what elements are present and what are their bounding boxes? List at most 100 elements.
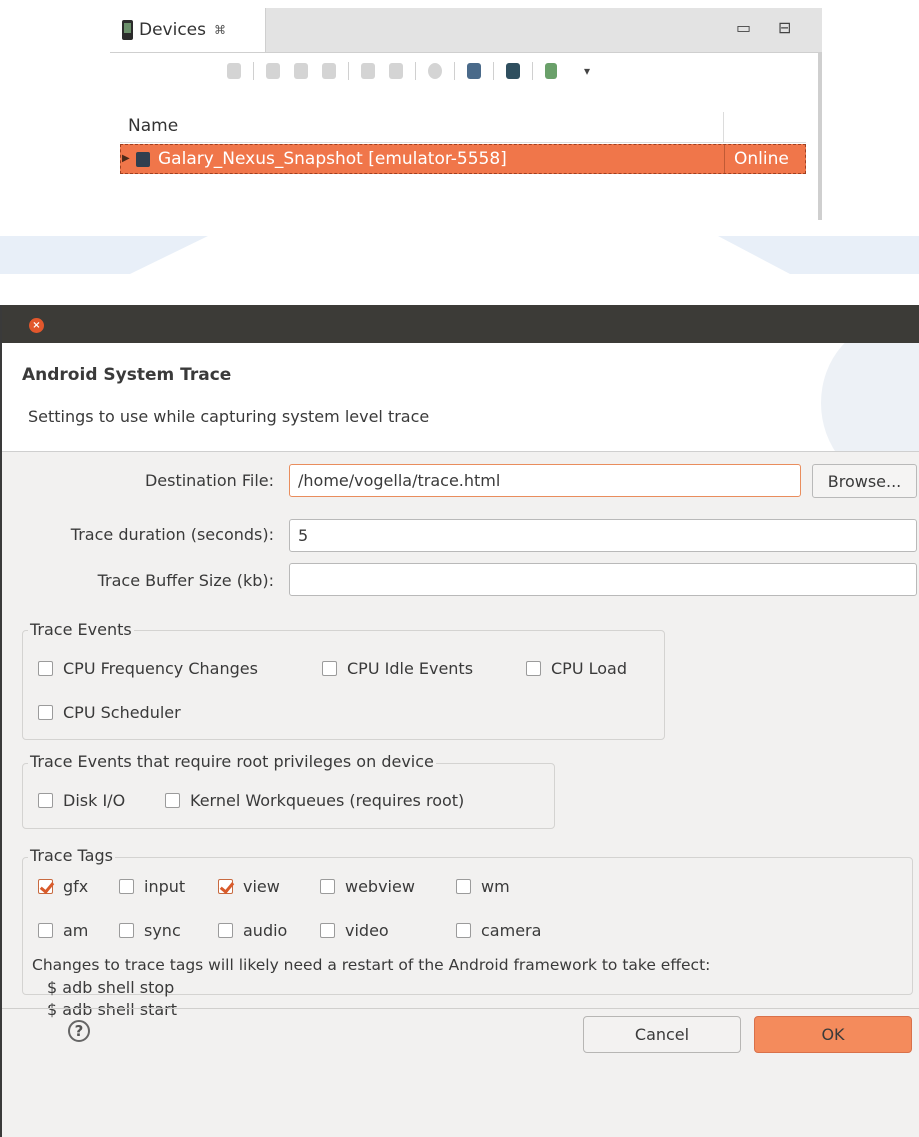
checkbox-cpu-scheduler[interactable]: CPU Scheduler xyxy=(38,703,181,722)
checkbox-box[interactable] xyxy=(526,661,541,676)
expand-arrow-icon[interactable]: ▶ xyxy=(122,153,130,164)
stop-process-icon[interactable] xyxy=(428,63,442,79)
cancel-button[interactable]: Cancel xyxy=(583,1016,741,1053)
heap-icon[interactable] xyxy=(266,63,280,79)
close-icon[interactable]: × xyxy=(29,318,44,333)
header-decoration xyxy=(821,343,919,451)
toolbar-separator xyxy=(253,62,254,80)
toolbar-separator xyxy=(532,62,533,80)
checkbox-tag-video[interactable]: video xyxy=(320,921,389,940)
dialog-header: Android System Trace Settings to use whi… xyxy=(2,343,919,452)
checkbox-box[interactable] xyxy=(218,923,233,938)
banner-right-shape xyxy=(718,236,919,274)
checkbox-label: gfx xyxy=(63,877,89,896)
dialog-subtitle: Settings to use while capturing system l… xyxy=(28,407,430,426)
checkbox-box[interactable] xyxy=(218,879,233,894)
device-row[interactable]: ▶ Galary_Nexus_Snapshot [emulator-5558] … xyxy=(120,144,806,174)
checkbox-label: CPU Scheduler xyxy=(63,703,181,722)
checkbox-tag-sync[interactable]: sync xyxy=(119,921,181,940)
method-profiling-icon[interactable] xyxy=(389,63,403,79)
checkbox-label: CPU Idle Events xyxy=(347,659,474,678)
maximize-icon[interactable]: ⊟ xyxy=(778,18,791,37)
checkbox-box[interactable] xyxy=(38,879,53,894)
trace-buffer-size-input[interactable] xyxy=(289,563,917,596)
devices-view: Devices ⌘ ▭ ⊟ ▾ Name ▶ Galary_Nexus_Snap… xyxy=(110,8,822,220)
checkbox-box[interactable] xyxy=(320,923,335,938)
column-header-name[interactable]: Name xyxy=(128,116,178,136)
checkbox-label: CPU Frequency Changes xyxy=(63,659,258,678)
ok-button[interactable]: OK xyxy=(754,1016,912,1053)
trace-events-legend: Trace Events xyxy=(28,620,134,639)
trace-tags-legend: Trace Tags xyxy=(28,846,115,865)
checkbox-label: wm xyxy=(481,877,510,896)
systrace-icon[interactable] xyxy=(506,63,520,79)
checkbox-cpu-load[interactable]: CPU Load xyxy=(526,659,627,678)
checkbox-label: Disk I/O xyxy=(63,791,126,810)
trace-duration-input[interactable] xyxy=(289,519,917,552)
help-icon[interactable]: ? xyxy=(68,1020,90,1042)
gc-icon[interactable] xyxy=(322,63,336,79)
checkbox-box[interactable] xyxy=(119,923,134,938)
opengl-trace-icon[interactable] xyxy=(545,63,557,79)
checkbox-box[interactable] xyxy=(165,793,180,808)
checkbox-label: CPU Load xyxy=(551,659,627,678)
checkbox-label: input xyxy=(144,877,186,896)
checkbox-box[interactable] xyxy=(119,879,134,894)
devices-toolbar: ▾ xyxy=(220,58,805,84)
checkbox-box[interactable] xyxy=(38,923,53,938)
checkbox-label: video xyxy=(345,921,389,940)
view-border xyxy=(818,52,822,220)
checkbox-box[interactable] xyxy=(456,923,471,938)
banner-left-shape xyxy=(0,236,208,274)
checkbox-tag-audio[interactable]: audio xyxy=(218,921,287,940)
dialog-titlebar: × xyxy=(2,305,919,343)
trace-buffer-size-label: Trace Buffer Size (kb): xyxy=(97,571,274,590)
checkbox-box[interactable] xyxy=(320,879,335,894)
checkbox-label: view xyxy=(243,877,280,896)
device-status: Online xyxy=(734,149,789,169)
checkbox-tag-camera[interactable]: camera xyxy=(456,921,541,940)
column-divider[interactable] xyxy=(723,112,724,142)
checkbox-tag-am[interactable]: am xyxy=(38,921,88,940)
dump-hprof-icon[interactable] xyxy=(294,63,308,79)
checkbox-box[interactable] xyxy=(38,793,53,808)
checkbox-tag-gfx[interactable]: gfx xyxy=(38,877,88,896)
checkbox-tag-wm[interactable]: wm xyxy=(456,877,510,896)
adb-stop-command: $ adb shell stop xyxy=(47,978,175,997)
toolbar-separator xyxy=(493,62,494,80)
browse-button[interactable]: Browse... xyxy=(812,464,917,498)
devices-table-header: Name xyxy=(120,112,806,143)
checkbox-box[interactable] xyxy=(322,661,337,676)
checkbox-tag-webview[interactable]: webview xyxy=(320,877,415,896)
close-tab-icon[interactable]: ⌘ xyxy=(214,23,226,37)
destination-file-label: Destination File: xyxy=(144,471,274,490)
checkbox-kernel-workqueues[interactable]: Kernel Workqueues (requires root) xyxy=(165,791,464,810)
checkbox-box[interactable] xyxy=(38,705,53,720)
destination-file-input[interactable] xyxy=(289,464,801,497)
toolbar-separator xyxy=(348,62,349,80)
devices-tab-bar: Devices ⌘ ▭ ⊟ xyxy=(110,8,822,53)
checkbox-tag-input[interactable]: input xyxy=(119,877,185,896)
debug-icon[interactable] xyxy=(227,63,241,79)
view-menu-icon[interactable]: ▾ xyxy=(584,64,590,78)
system-trace-dialog: × Android System Trace Settings to use w… xyxy=(0,305,919,1137)
minimize-icon[interactable]: ▭ xyxy=(736,18,751,37)
toolbar-separator xyxy=(454,62,455,80)
checkbox-disk-io[interactable]: Disk I/O xyxy=(38,791,125,810)
checkbox-label: webview xyxy=(345,877,415,896)
checkbox-box[interactable] xyxy=(38,661,53,676)
trace-events-group xyxy=(22,630,665,740)
trace-tags-note: Changes to trace tags will likely need a… xyxy=(32,956,711,974)
toolbar-separator xyxy=(415,62,416,80)
screen-capture-icon[interactable] xyxy=(467,63,481,79)
dialog-title: Android System Trace xyxy=(22,365,232,385)
checkbox-label: Kernel Workqueues (requires root) xyxy=(190,791,465,810)
threads-icon[interactable] xyxy=(361,63,375,79)
checkbox-label: audio xyxy=(243,921,288,940)
checkbox-cpu-frequency-changes[interactable]: CPU Frequency Changes xyxy=(38,659,258,678)
checkbox-tag-view[interactable]: view xyxy=(218,877,280,896)
devices-tab[interactable]: Devices ⌘ xyxy=(110,8,266,52)
checkbox-cpu-idle-events[interactable]: CPU Idle Events xyxy=(322,659,473,678)
checkbox-box[interactable] xyxy=(456,879,471,894)
checkbox-label: am xyxy=(63,921,89,940)
